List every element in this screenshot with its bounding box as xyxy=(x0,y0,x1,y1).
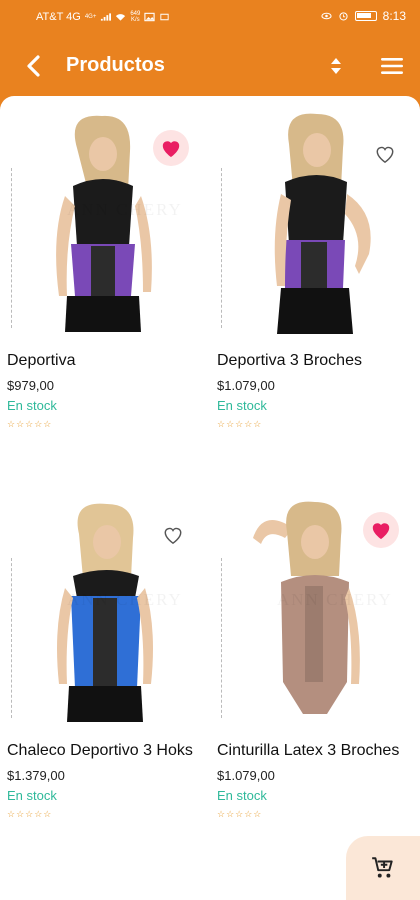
product-name[interactable]: Deportiva 3 Broches xyxy=(217,352,362,370)
net-speed-unit: K/s xyxy=(131,17,140,23)
rating-stars: ☆☆☆☆☆ xyxy=(217,809,263,819)
eye-icon xyxy=(321,12,332,20)
divider xyxy=(11,168,12,328)
stock-status: En stock xyxy=(217,788,267,803)
favorite-button[interactable] xyxy=(363,512,399,548)
product-price: $979,00 xyxy=(7,378,54,393)
product-price: $1.379,00 xyxy=(7,768,65,783)
rating-stars: ☆☆☆☆☆ xyxy=(7,809,53,819)
product-card[interactable]: ANN CHERY Cinturilla Latex 3 Broches $1.… xyxy=(217,498,417,838)
signal-icon xyxy=(101,13,112,21)
stock-status: En stock xyxy=(7,398,57,413)
cart-button[interactable] xyxy=(346,836,420,900)
hamburger-menu-icon xyxy=(381,58,403,74)
status-time: 8:13 xyxy=(382,9,406,23)
wifi-icon xyxy=(116,14,126,21)
divider xyxy=(221,168,222,328)
notification-icon xyxy=(160,13,169,21)
rating-stars: ☆☆☆☆☆ xyxy=(217,419,263,429)
stock-status: En stock xyxy=(217,398,267,413)
net-speed: 649 K/s xyxy=(130,11,140,23)
product-card[interactable]: Deportiva 3 Broches $1.079,00 En stock ☆… xyxy=(217,108,417,448)
status-left: AT&T 4G 4G+ 649 K/s xyxy=(36,11,170,23)
watermark: ANN CHERY xyxy=(67,200,183,219)
sort-icon xyxy=(331,58,341,74)
product-name[interactable]: Deportiva xyxy=(7,352,75,370)
app-bar: Productos xyxy=(0,36,420,96)
battery-icon xyxy=(354,11,377,21)
menu-button[interactable] xyxy=(380,54,404,78)
divider xyxy=(11,558,12,718)
sort-button[interactable] xyxy=(326,54,346,78)
add-to-cart-icon xyxy=(372,857,393,878)
favorite-button[interactable] xyxy=(153,130,189,166)
product-price: $1.079,00 xyxy=(217,768,275,783)
stock-status: En stock xyxy=(7,788,57,803)
heart-icon xyxy=(162,141,180,158)
image-notification-icon xyxy=(144,12,155,22)
network-type-label: 4G+ xyxy=(84,14,97,20)
alarm-icon xyxy=(339,12,348,21)
divider xyxy=(221,558,222,718)
product-name[interactable]: Chaleco Deportivo 3 Hoks xyxy=(7,742,193,760)
watermark: ANN CHERY xyxy=(277,590,393,609)
page-title: Productos xyxy=(66,54,165,76)
favorite-button[interactable] xyxy=(367,136,403,172)
carrier-label: AT&T 4G xyxy=(36,11,81,23)
product-name[interactable]: Cinturilla Latex 3 Broches xyxy=(217,742,399,760)
favorite-button[interactable] xyxy=(155,517,191,553)
heart-outline-icon xyxy=(164,527,182,545)
watermark: ANN CHERY xyxy=(67,590,183,609)
status-right: 8:13 xyxy=(321,9,406,23)
product-card[interactable]: ANN CHERY Deportiva $979,00 En stock ☆☆☆… xyxy=(7,108,207,448)
product-price: $1.079,00 xyxy=(217,378,275,393)
back-button[interactable] xyxy=(20,52,48,80)
status-bar: AT&T 4G 4G+ 649 K/s 8:13 xyxy=(0,0,420,36)
product-card[interactable]: ANN CHERY Chaleco Deportivo 3 Hoks $1.37… xyxy=(7,498,207,838)
product-grid: ANN CHERY Deportiva $979,00 En stock ☆☆☆… xyxy=(0,96,420,900)
heart-icon xyxy=(372,523,390,540)
chevron-left-icon xyxy=(27,55,40,77)
heart-outline-icon xyxy=(376,146,394,164)
rating-stars: ☆☆☆☆☆ xyxy=(7,419,53,429)
